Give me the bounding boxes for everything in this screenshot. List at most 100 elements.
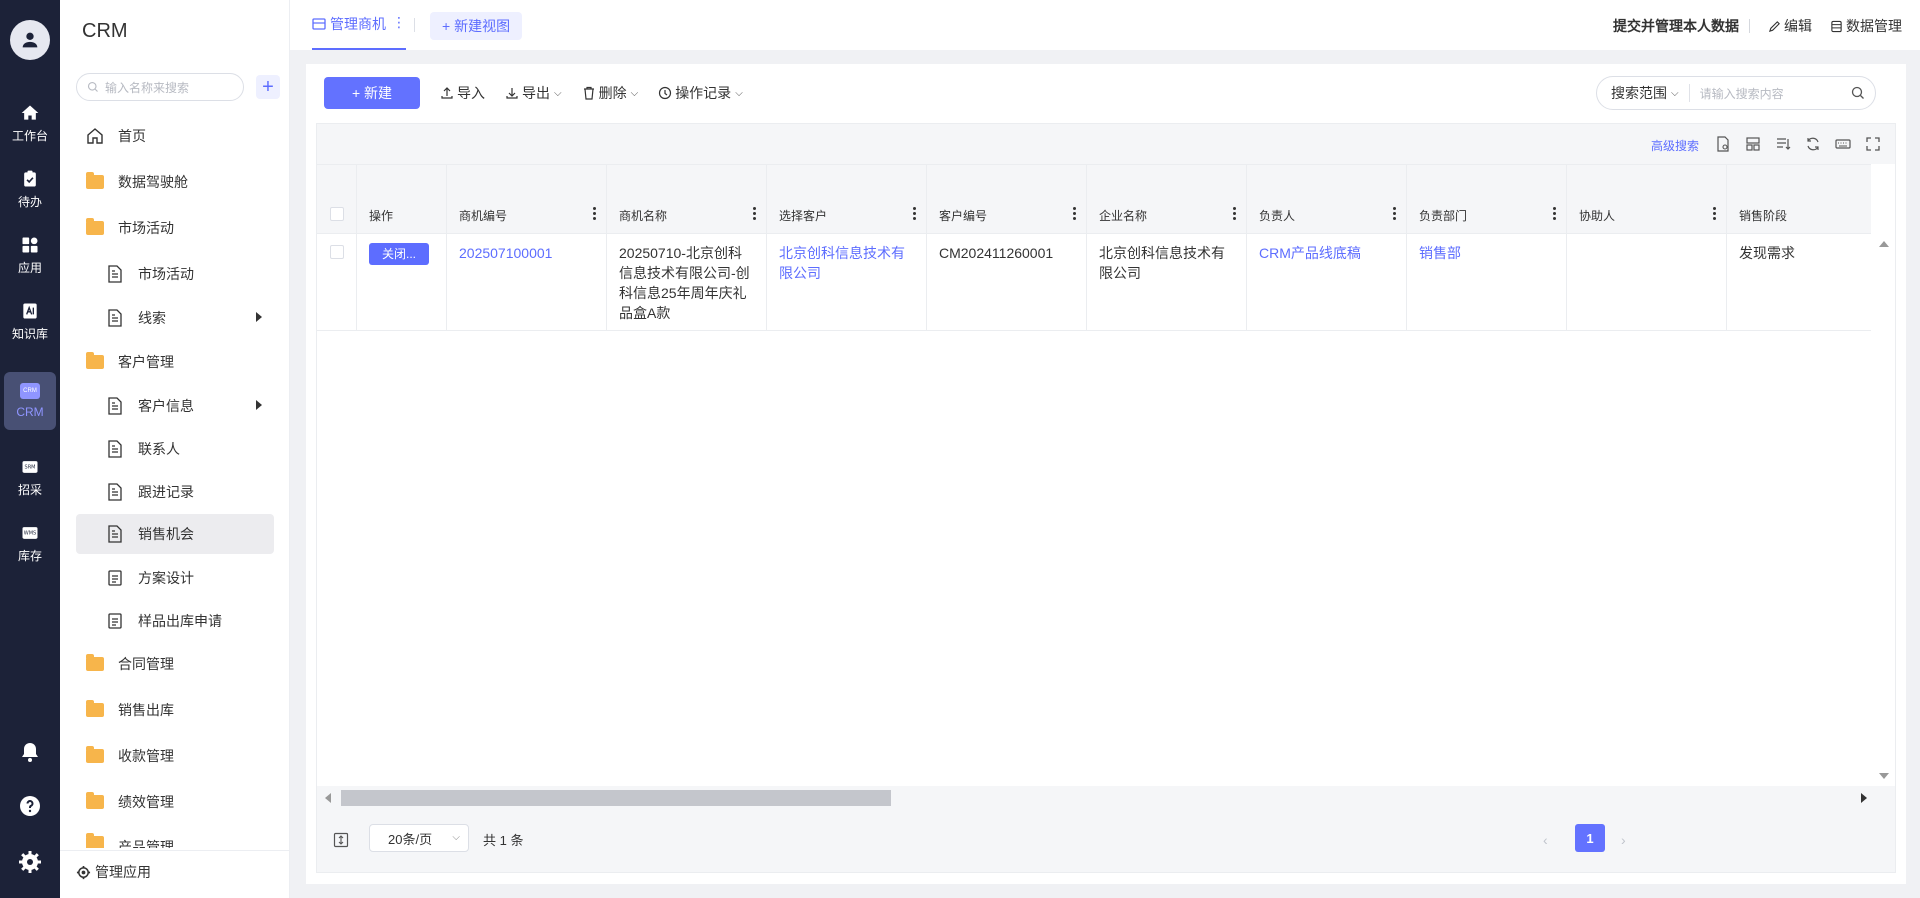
expand-arrow-icon[interactable]: [256, 400, 262, 410]
sidebar-item-solution-design[interactable]: 方案设计: [76, 558, 274, 598]
cell-owner[interactable]: CRM产品线底稿: [1247, 235, 1407, 331]
sidebar-item-customer-folder[interactable]: 客户管理: [76, 342, 274, 382]
scrollbar-thumb[interactable]: [341, 790, 891, 806]
submit-manage-link[interactable]: 提交并管理本人数据: [1613, 16, 1739, 36]
doc-settings-icon[interactable]: [1715, 136, 1731, 152]
column-title: 选择客户: [779, 209, 828, 223]
sidebar-item-payments[interactable]: 收款管理: [76, 736, 274, 776]
sidebar-item-opportunities[interactable]: 销售机会: [76, 514, 274, 554]
fullscreen-icon[interactable]: [1865, 136, 1881, 152]
sidebar-item-dashboard[interactable]: 数据驾驶舱: [76, 162, 274, 202]
sidebar-item-marketing-folder[interactable]: 市场活动: [76, 208, 274, 248]
table-row[interactable]: 关闭... 202507100001 20250710-北京创科信息技术有限公司…: [317, 235, 1871, 331]
rail-item-procurement[interactable]: SRM 招采: [0, 448, 60, 506]
row-height-icon[interactable]: [333, 832, 349, 848]
next-page-button[interactable]: ›: [1621, 832, 1626, 848]
column-menu-icon[interactable]: [1553, 207, 1556, 222]
sidebar-item-contacts[interactable]: 联系人: [76, 429, 274, 469]
expand-arrow-icon[interactable]: [256, 312, 262, 322]
sidebar-item-sales-outbound[interactable]: 销售出库: [76, 690, 274, 730]
scroll-down-icon[interactable]: [1879, 773, 1889, 779]
rail-item-todo[interactable]: 待办: [0, 160, 60, 218]
sidebar-item-sample-request[interactable]: 样品出库申请: [76, 601, 274, 641]
sidebar-item-followups[interactable]: 跟进记录: [76, 472, 274, 512]
close-opportunity-button[interactable]: 关闭...: [369, 243, 429, 265]
rail-item-crm[interactable]: CRM CRM: [4, 372, 56, 430]
sidebar-item-leads[interactable]: 线索: [76, 298, 274, 338]
rail-item-workbench[interactable]: 工作台: [0, 94, 60, 152]
sidebar-item-home[interactable]: 首页: [76, 116, 274, 156]
new-view-button[interactable]: + 新建视图: [430, 12, 523, 40]
column-menu-icon[interactable]: [913, 207, 916, 222]
import-button[interactable]: 导入: [440, 83, 485, 103]
user-avatar[interactable]: [10, 20, 50, 60]
column-header-company[interactable]: 企业名称: [1087, 165, 1247, 235]
select-all-checkbox[interactable]: [330, 207, 344, 221]
cell-customer[interactable]: 北京创科信息技术有限公司: [767, 235, 927, 331]
tab-manage-opportunities[interactable]: 管理商机 ⋮: [312, 14, 406, 50]
prev-page-button[interactable]: ‹: [1543, 832, 1548, 848]
sidebar-item-contracts[interactable]: 合同管理: [76, 644, 274, 684]
rail-label: 招采: [17, 482, 42, 497]
srm-icon: SRM: [22, 460, 38, 473]
keyboard-icon[interactable]: [1835, 136, 1851, 152]
column-header-customer[interactable]: 选择客户: [767, 165, 927, 235]
search-icon[interactable]: [1851, 86, 1865, 100]
column-menu-icon[interactable]: [1073, 207, 1076, 222]
search-scope-select[interactable]: 搜索范围 ⌵: [1597, 84, 1690, 102]
column-menu-icon[interactable]: [1713, 207, 1716, 222]
layout-icon[interactable]: [1745, 136, 1761, 152]
page-number-button[interactable]: 1: [1575, 824, 1605, 852]
bell-icon[interactable]: [18, 740, 42, 764]
rail-item-inventory[interactable]: WMS 库存: [0, 514, 60, 572]
edit-button[interactable]: 编辑: [1768, 16, 1812, 36]
folder-icon: [86, 746, 104, 763]
refresh-icon[interactable]: [1805, 136, 1821, 152]
row-checkbox[interactable]: [330, 245, 344, 259]
chevron-down-icon: ⌵: [735, 87, 743, 99]
operation-log-button[interactable]: 操作记录 ⌵: [658, 83, 743, 103]
delete-button[interactable]: 删除 ⌵: [582, 83, 638, 103]
rail-item-knowledge[interactable]: 知识库: [0, 292, 60, 350]
page-size-select[interactable]: 20条/页 ⌵: [369, 824, 469, 852]
user-icon: [22, 32, 38, 48]
cell-opportunity-no[interactable]: 202507100001: [447, 235, 607, 331]
tab-more-icon[interactable]: ⋮: [392, 14, 406, 31]
column-menu-icon[interactable]: [1393, 207, 1396, 222]
column-menu-icon[interactable]: [1233, 207, 1236, 222]
column-settings-icon[interactable]: [1775, 136, 1791, 152]
column-header-department[interactable]: 负责部门: [1407, 165, 1567, 235]
help-icon[interactable]: [18, 794, 42, 818]
column-menu-icon[interactable]: [753, 207, 756, 222]
scroll-up-icon[interactable]: [1879, 241, 1889, 247]
document-icon: [106, 483, 124, 501]
advanced-search-link[interactable]: 高级搜索: [1651, 137, 1699, 154]
scroll-right-icon[interactable]: [1861, 793, 1867, 803]
sidebar-item-performance[interactable]: 绩效管理: [76, 782, 274, 822]
column-header-owner[interactable]: 负责人: [1247, 165, 1407, 235]
search-input[interactable]: 请输入搜索内容: [1690, 85, 1851, 102]
sidebar-item-marketing[interactable]: 市场活动: [76, 254, 274, 294]
cell-department[interactable]: 销售部: [1407, 235, 1567, 331]
sidebar-search-input[interactable]: 输入名称来搜索: [76, 73, 244, 101]
column-menu-icon[interactable]: [593, 207, 596, 222]
column-header-opportunity-no[interactable]: 商机编号: [447, 165, 607, 235]
column-header-customer-no[interactable]: 客户编号: [927, 165, 1087, 235]
scroll-left-icon[interactable]: [325, 793, 331, 803]
export-button[interactable]: 导出 ⌵: [505, 83, 562, 103]
sidebar-item-customer-info[interactable]: 客户信息: [76, 386, 274, 426]
sidebar-item-products[interactable]: 产品管理: [76, 828, 274, 848]
divider: [1749, 19, 1750, 33]
column-header-opportunity-name[interactable]: 商机名称: [607, 165, 767, 235]
new-button[interactable]: + 新建: [324, 77, 420, 109]
vertical-scrollbar[interactable]: [1871, 235, 1895, 785]
rail-item-apps[interactable]: 应用: [0, 226, 60, 284]
column-header-assistant[interactable]: 协助人: [1567, 165, 1727, 235]
manage-app-button[interactable]: 管理应用: [76, 862, 151, 882]
data-manage-button[interactable]: 数据管理: [1830, 16, 1902, 36]
settings-icon[interactable]: [18, 850, 42, 874]
sidebar-item-label: 合同管理: [118, 656, 174, 672]
column-header-sales-stage[interactable]: 销售阶段: [1727, 165, 1871, 235]
horizontal-scrollbar[interactable]: [317, 786, 1895, 810]
add-menu-button[interactable]: +: [256, 75, 280, 99]
